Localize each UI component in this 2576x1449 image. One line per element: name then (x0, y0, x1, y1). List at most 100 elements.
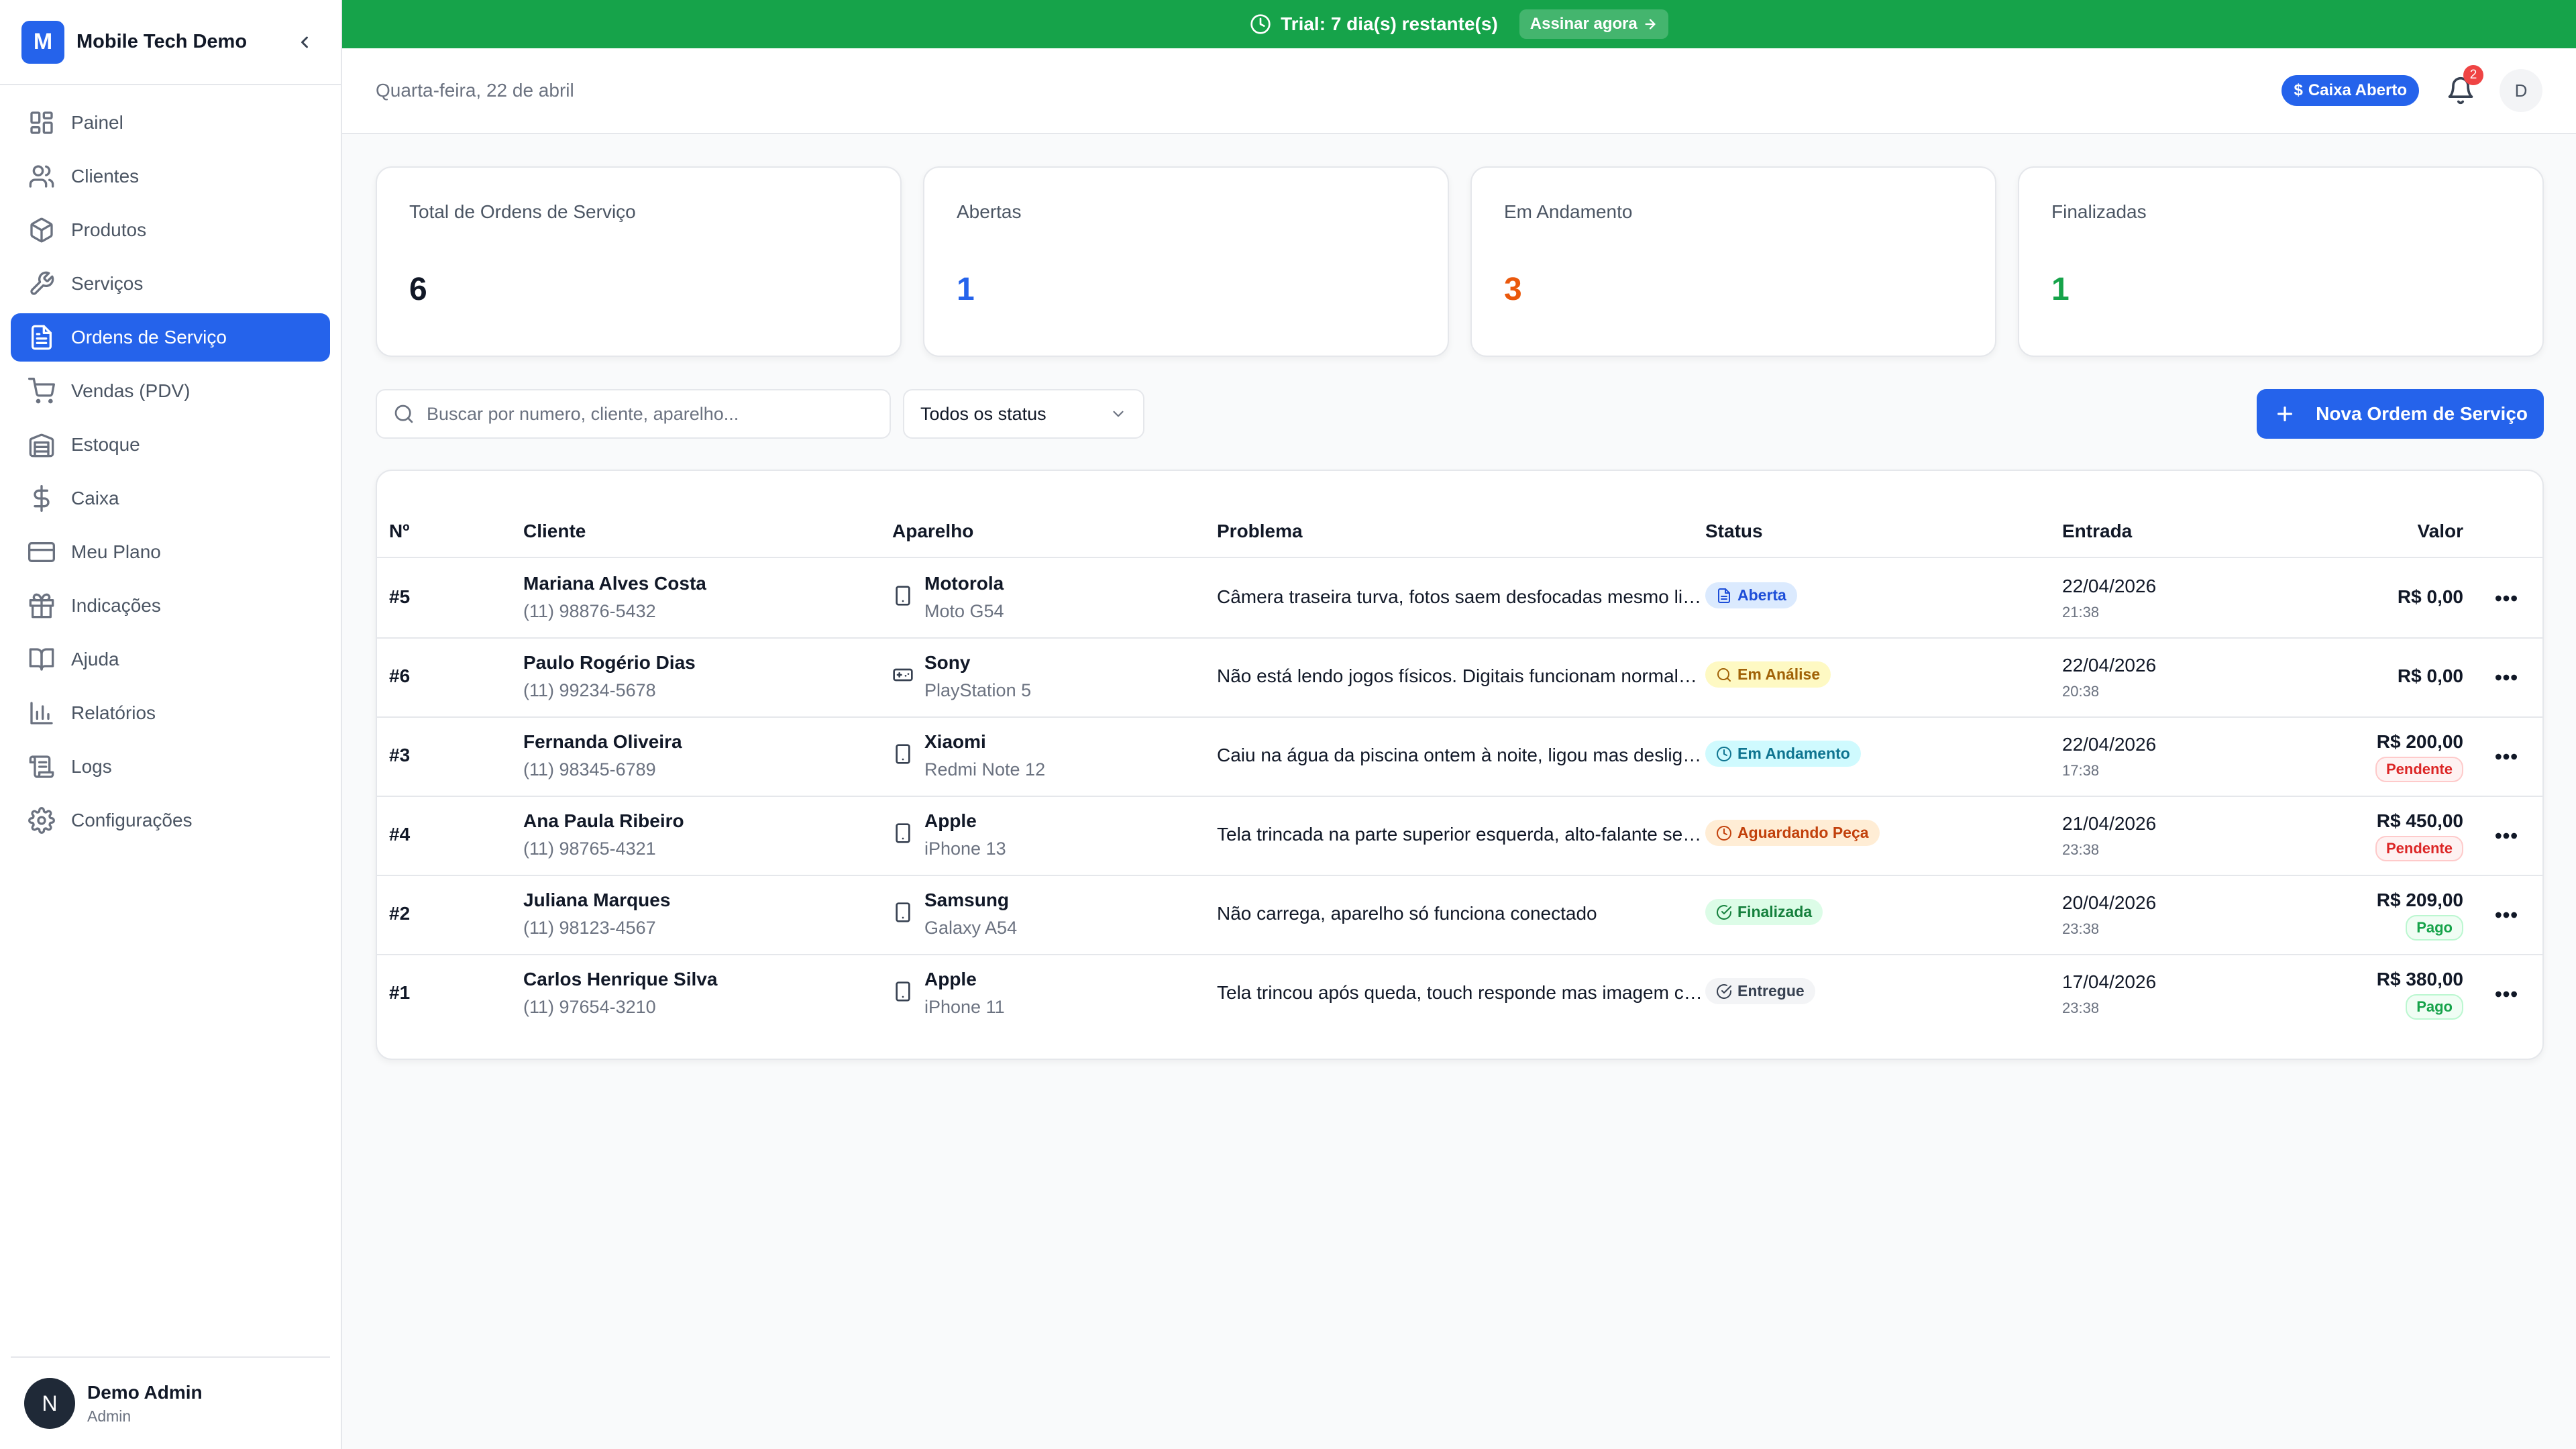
client-name: Fernanda Oliveira (523, 731, 682, 752)
sidebar-item-label: Estoque (71, 434, 140, 455)
client-phone: (11) 99234-5678 (523, 680, 656, 700)
chevron-down-icon (1113, 411, 1124, 417)
column-header-date[interactable]: Entrada (2062, 521, 2132, 542)
row-actions-button[interactable] (2493, 981, 2520, 1008)
cart-icon (28, 378, 55, 404)
stat-label: Finalizadas (2051, 201, 2147, 222)
entry-date-cell: 20/04/2026 23:38 (2062, 892, 2156, 938)
entry-time: 20:38 (2062, 683, 2100, 700)
sidebar-item-estoque[interactable]: Estoque (11, 421, 330, 469)
check-circle-icon (1717, 983, 1731, 999)
avatar[interactable]: D (2500, 69, 2542, 112)
status-label: Em Análise (1737, 665, 1821, 683)
user-role: Admin (87, 1407, 131, 1425)
search-icon (394, 405, 413, 423)
app-name: Mobile Tech Demo (76, 31, 248, 52)
sidebar-item-relatorios[interactable]: Relatórios (11, 689, 330, 737)
caixa-status-badge[interactable]: $ Caixa Aberto (2282, 75, 2419, 106)
column-header-device[interactable]: Aparelho (892, 521, 973, 542)
status-filter-select[interactable]: Todos os status (903, 389, 1144, 439)
table-row[interactable]: #3 Fernanda Oliveira (11) 98345-6789 Xiaomi… (377, 718, 2542, 797)
row-actions-button[interactable] (2493, 664, 2520, 691)
more-icon (2496, 833, 2517, 839)
clock-icon (1717, 825, 1731, 841)
entry-time: 23:38 (2062, 841, 2100, 858)
stat-value: 1 (2051, 272, 2070, 307)
column-header-num[interactable]: Nº (389, 521, 409, 542)
avatar: N (24, 1378, 75, 1429)
sidebar-item-ordens-de-servico[interactable]: Ordens de Serviço (11, 313, 330, 362)
order-number: #3 (389, 745, 411, 765)
table-row[interactable]: #6 Paulo Rogério Dias (11) 99234-5678 Sony P… (377, 639, 2542, 718)
entry-date: 21/04/2026 (2062, 813, 2157, 834)
notification-count: 2 (2463, 65, 2483, 85)
value-cell: R$ 200,00 Pendente (2375, 731, 2463, 782)
problem-description: Tela trincada na parte superior esquerda… (1217, 824, 1707, 845)
payment-status-badge: Pendente (2375, 836, 2463, 861)
sidebar-item-produtos[interactable]: Produtos (11, 206, 330, 254)
client-cell: Carlos Henrique Silva (11) 97654-3210 (523, 969, 717, 1018)
sidebar-item-clientes[interactable]: Clientes (11, 152, 330, 201)
user-profile[interactable]: N Demo Admin Admin (11, 1356, 330, 1449)
stat-value: 3 (1504, 272, 1522, 307)
row-actions-button[interactable] (2493, 585, 2520, 612)
row-actions-button[interactable] (2493, 902, 2520, 928)
table-row[interactable]: #2 Juliana Marques (11) 98123-4567 Samsung G… (377, 876, 2542, 955)
sidebar-item-painel[interactable]: Painel (11, 99, 330, 147)
toolbar: Todos os status Nova Ordem de Serviço (376, 389, 2544, 439)
entry-date-cell: 22/04/2026 20:38 (2062, 655, 2156, 700)
search-box[interactable] (376, 389, 891, 439)
order-number: #1 (389, 982, 411, 1003)
sidebar-item-label: Ajuda (71, 649, 119, 669)
device-model: Redmi Note 12 (924, 759, 1046, 780)
sidebar-item-servicos[interactable]: Serviços (11, 260, 330, 308)
column-header-value[interactable]: Valor (2418, 521, 2463, 542)
notifications-button[interactable]: 2 (2446, 65, 2483, 105)
table-row[interactable]: #1 Carlos Henrique Silva (11) 97654-3210 Ap… (377, 955, 2542, 1034)
client-name: Ana Paula Ribeiro (523, 810, 684, 831)
sidebar-item-vendas-pdv[interactable]: Vendas (PDV) (11, 367, 330, 415)
status-filter-value: Todos os status (920, 403, 1046, 424)
device-cell: Sony PlayStation 5 (892, 652, 1031, 701)
package-icon (30, 217, 53, 243)
status-label: Aberta (1737, 586, 1786, 604)
dollar-icon (34, 485, 50, 512)
table-row[interactable]: #5 Mariana Alves Costa (11) 98876-5432 Moto… (377, 559, 2542, 639)
stat-card-total-de-ordens-de-servico: Total de Ordens de Serviço 6 (376, 166, 902, 357)
column-header-client[interactable]: Cliente (523, 521, 586, 542)
table-header: Nº Cliente Aparelho Problema Status Entr… (377, 504, 2542, 558)
stat-card-abertas: Abertas 1 (923, 166, 1449, 357)
device-model: Moto G54 (924, 601, 1004, 621)
order-number: #2 (389, 903, 411, 924)
new-service-order-button[interactable]: Nova Ordem de Serviço (2257, 389, 2544, 439)
column-header-problem[interactable]: Problema (1217, 521, 1303, 542)
sidebar-item-meu-plano[interactable]: Meu Plano (11, 528, 330, 576)
search-input[interactable] (427, 403, 873, 425)
warehouse-icon (29, 433, 54, 458)
problem-description: Tela trincou após queda, touch responde … (1217, 982, 1707, 1003)
sidebar-item-logs[interactable]: Logs (11, 743, 330, 791)
subscribe-button[interactable]: Assinar agora (1519, 9, 1668, 39)
sidebar-item-ajuda[interactable]: Ajuda (11, 635, 330, 684)
collapse-sidebar-button[interactable] (290, 28, 319, 57)
sidebar-item-indicacoes[interactable]: Indicações (11, 582, 330, 630)
client-phone: (11) 98123-4567 (523, 918, 656, 938)
value-cell: R$ 380,00 Pago (2377, 969, 2463, 1020)
sidebar-item-configuracoes[interactable]: Configurações (11, 796, 330, 845)
table-row[interactable]: #4 Ana Paula Ribeiro (11) 98765-4321 Apple i… (377, 797, 2542, 876)
status-badge: Em Andamento (1705, 741, 1861, 767)
column-header-status[interactable]: Status (1705, 521, 1763, 542)
sidebar-item-caixa[interactable]: Caixa (11, 474, 330, 523)
sidebar-item-label: Ordens de Serviço (71, 327, 227, 347)
top-header: Quarta-feira, 22 de abril $ Caixa Aberto… (342, 48, 2576, 134)
order-value: R$ 200,00 (2376, 731, 2463, 752)
row-actions-button[interactable] (2493, 822, 2520, 849)
stats-cards: Total de Ordens de Serviço 6 Abertas 1 Em An… (376, 166, 2544, 357)
check-circle-icon (1717, 904, 1731, 920)
order-value: R$ 380,00 (2376, 969, 2463, 989)
clock-icon (1717, 746, 1731, 761)
row-actions-button[interactable] (2493, 743, 2520, 770)
entry-time: 21:38 (2062, 604, 2100, 621)
device-cell: Samsung Galaxy A54 (892, 890, 1017, 938)
value-cell: R$ 209,00 Pago (2377, 890, 2463, 941)
